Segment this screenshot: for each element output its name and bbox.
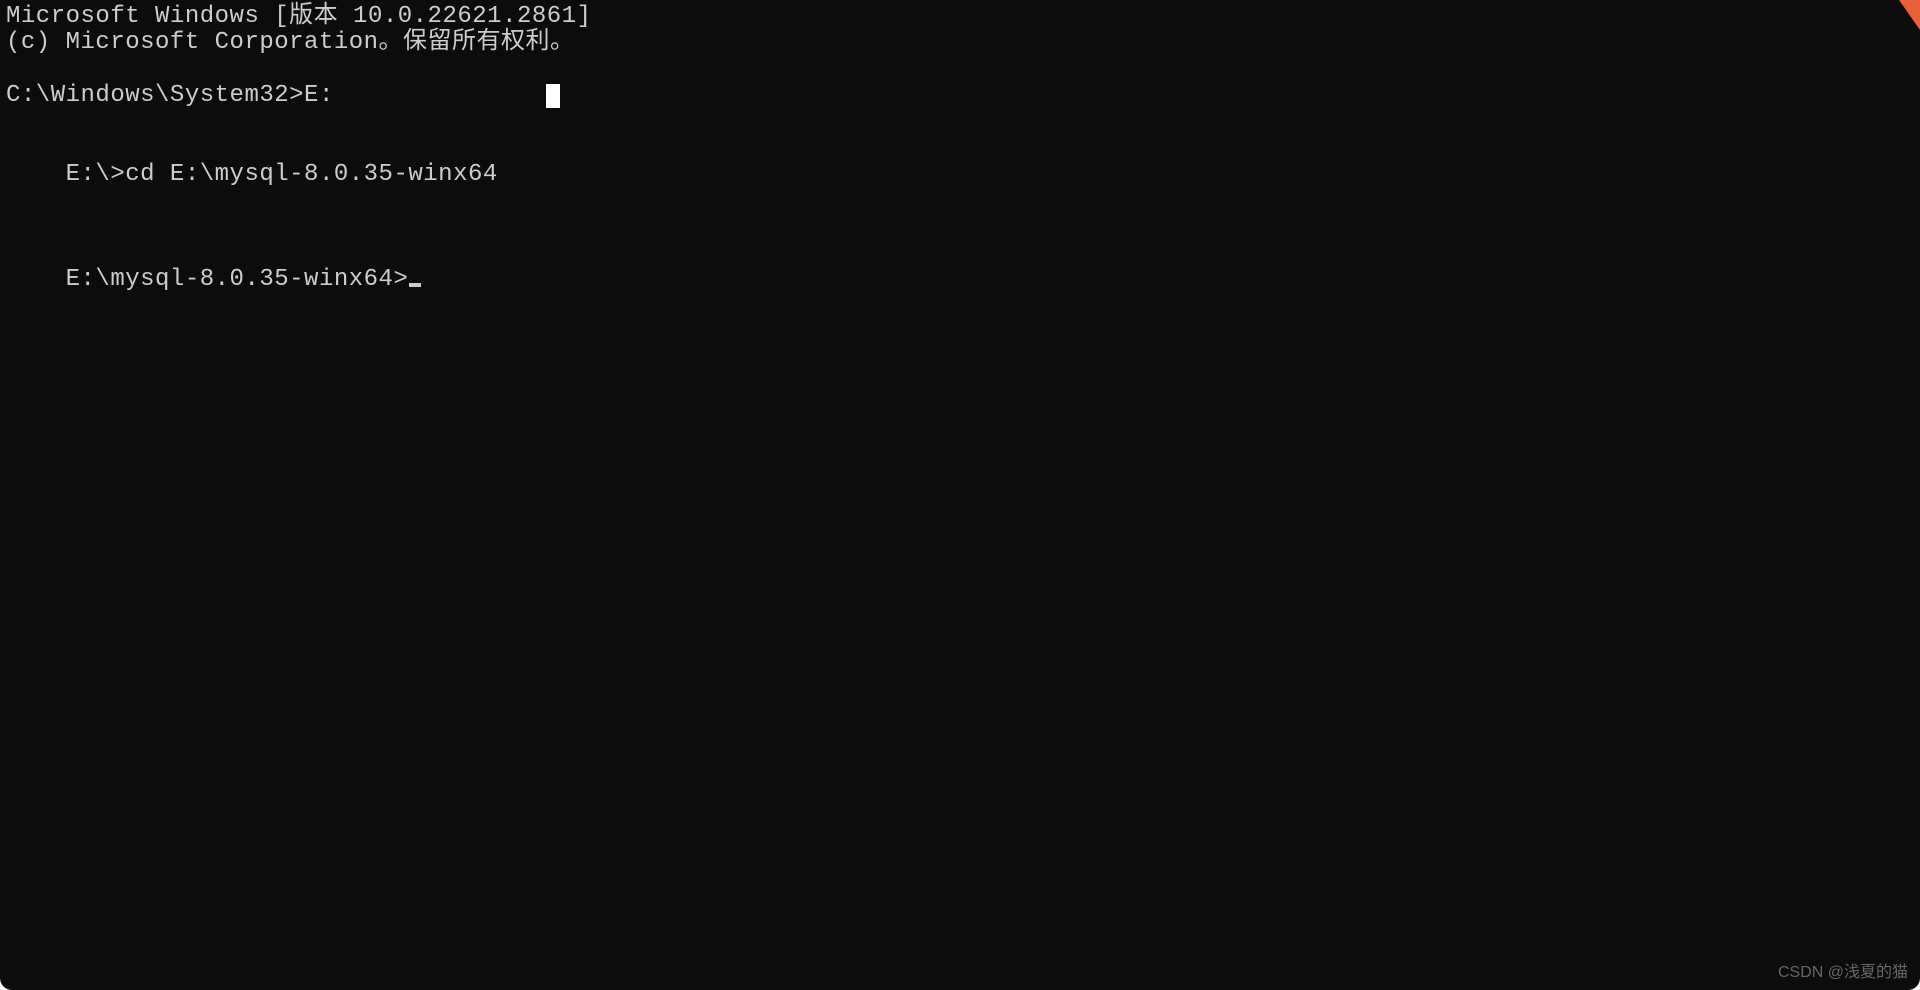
text-cursor-icon xyxy=(546,84,560,108)
command-prompt-terminal[interactable]: Microsoft Windows [版本 10.0.22621.2861] (… xyxy=(0,0,1920,990)
prompt-line-1: C:\Windows\System32>E: xyxy=(6,83,1914,109)
prompt-line-3: E:\mysql-8.0.35-winx64> xyxy=(6,240,1914,319)
command-text: E: xyxy=(304,83,334,109)
command-text: cd E:\mysql-8.0.35-winx64 xyxy=(125,161,498,188)
blank-line xyxy=(6,109,1914,135)
copyright-line: (c) Microsoft Corporation。保留所有权利。 xyxy=(6,30,1914,56)
prompt-line-2: E:\>cd E:\mysql-8.0.35-winx64 xyxy=(6,135,1914,214)
blank-line xyxy=(6,214,1914,240)
csdn-watermark: CSDN @浅夏的猫 xyxy=(1778,964,1908,982)
cursor-icon xyxy=(409,283,421,287)
blank-line xyxy=(6,57,1914,83)
prompt-prefix: E:\mysql-8.0.35-winx64> xyxy=(66,266,409,293)
prompt-prefix: E:\> xyxy=(66,161,126,188)
prompt-prefix: C:\Windows\System32> xyxy=(6,83,304,109)
windows-version-line: Microsoft Windows [版本 10.0.22621.2861] xyxy=(6,4,1914,30)
